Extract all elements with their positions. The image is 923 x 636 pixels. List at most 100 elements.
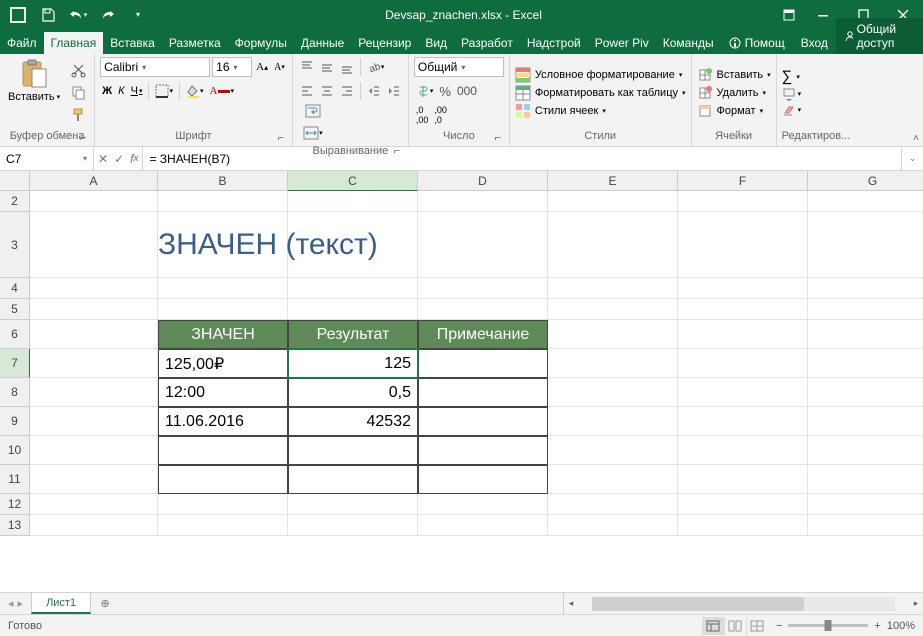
- cell-G8[interactable]: [808, 378, 923, 407]
- cell-D13[interactable]: [418, 515, 548, 536]
- col-header-E[interactable]: E: [548, 171, 678, 191]
- cancel-formula-icon[interactable]: ✕: [98, 152, 108, 166]
- cell-C4[interactable]: [288, 278, 418, 299]
- shrink-font-icon[interactable]: A▾: [272, 57, 287, 77]
- signin[interactable]: Вход: [793, 32, 836, 54]
- zoom-out-icon[interactable]: −: [776, 620, 782, 632]
- cell-E5[interactable]: [548, 299, 678, 320]
- new-sheet-icon[interactable]: ⊕: [91, 593, 119, 614]
- tab-file[interactable]: Файл: [0, 32, 44, 54]
- orientation-icon[interactable]: ab▾: [365, 57, 387, 77]
- tab-home[interactable]: Главная: [44, 32, 104, 54]
- cell-C2[interactable]: [288, 191, 418, 212]
- cell-F11[interactable]: [678, 465, 808, 494]
- qat-customize-icon[interactable]: ▾: [124, 1, 152, 29]
- tab-addins[interactable]: Надстрой: [520, 32, 588, 54]
- row-header-4[interactable]: 4: [0, 278, 30, 299]
- cell-B2[interactable]: [158, 191, 288, 212]
- cell-A11[interactable]: [30, 465, 158, 494]
- grow-font-icon[interactable]: A▴: [254, 57, 270, 77]
- paste-button[interactable]: Вставить▾: [5, 57, 63, 128]
- row-header-10[interactable]: 10: [0, 436, 30, 465]
- cell-C5[interactable]: [288, 299, 418, 320]
- table-cell[interactable]: [418, 436, 548, 465]
- table-cell[interactable]: [158, 436, 288, 465]
- launcher-icon[interactable]: ⌐: [275, 132, 287, 144]
- percent-icon[interactable]: %: [437, 81, 453, 101]
- cell-B4[interactable]: [158, 278, 288, 299]
- launcher-icon[interactable]: ⌐: [391, 145, 403, 157]
- sheet-nav[interactable]: ◂▸: [0, 593, 31, 614]
- cell-B13[interactable]: [158, 515, 288, 536]
- table-cell[interactable]: [418, 465, 548, 494]
- cell-G6[interactable]: [808, 320, 923, 349]
- tab-powerpivot[interactable]: Power Piv: [588, 32, 656, 54]
- row-header-11[interactable]: 11: [0, 465, 30, 494]
- cell-A3[interactable]: [30, 212, 158, 278]
- format-as-table-button[interactable]: Форматировать как таблицу▾: [515, 85, 686, 101]
- tab-developer[interactable]: Разработ: [454, 32, 520, 54]
- cell-D2[interactable]: [418, 191, 548, 212]
- merge-icon[interactable]: ▾: [302, 123, 324, 143]
- table-cell[interactable]: 125,00₽: [158, 349, 288, 378]
- row-header-13[interactable]: 13: [0, 515, 30, 536]
- bold-button[interactable]: Ж: [100, 81, 114, 101]
- row-header-6[interactable]: 6: [0, 320, 30, 349]
- table-cell[interactable]: 0,5: [288, 378, 418, 407]
- cell-D5[interactable]: [418, 299, 548, 320]
- cell-E11[interactable]: [548, 465, 678, 494]
- table-cell[interactable]: [158, 465, 288, 494]
- cell-G11[interactable]: [808, 465, 923, 494]
- conditional-formatting-button[interactable]: Условное форматирование▾: [515, 67, 686, 83]
- save-icon[interactable]: [34, 1, 62, 29]
- zoom-in-icon[interactable]: +: [874, 620, 880, 632]
- cell-G7[interactable]: [808, 349, 923, 378]
- increase-indent-icon[interactable]: [385, 81, 403, 101]
- fill-button[interactable]: ▾: [782, 87, 851, 101]
- number-format-combo[interactable]: Общий▾: [414, 57, 504, 77]
- font-size-combo[interactable]: 16▾: [212, 57, 252, 77]
- align-right-icon[interactable]: [338, 81, 356, 101]
- cell-A9[interactable]: [30, 407, 158, 436]
- launcher-icon[interactable]: ⌐: [77, 132, 89, 144]
- table-cell[interactable]: 42532: [288, 407, 418, 436]
- cell-E4[interactable]: [548, 278, 678, 299]
- cell-E13[interactable]: [548, 515, 678, 536]
- clear-button[interactable]: ▾: [782, 103, 851, 117]
- sheet-tab-1[interactable]: Лист1: [31, 593, 91, 614]
- tell-me[interactable]: Помощ: [721, 32, 793, 54]
- comma-icon[interactable]: 000: [455, 81, 479, 101]
- cell-E10[interactable]: [548, 436, 678, 465]
- currency-icon[interactable]: ▾: [414, 81, 436, 101]
- col-header-A[interactable]: A: [30, 171, 158, 191]
- page-layout-view-icon[interactable]: [724, 617, 746, 635]
- cell-F5[interactable]: [678, 299, 808, 320]
- fx-icon[interactable]: fx: [130, 152, 138, 166]
- cell-C13[interactable]: [288, 515, 418, 536]
- tab-insert[interactable]: Вставка: [103, 32, 162, 54]
- tab-view[interactable]: Вид: [418, 32, 454, 54]
- border-icon[interactable]: ▾: [153, 81, 175, 101]
- cell-G10[interactable]: [808, 436, 923, 465]
- cell-F8[interactable]: [678, 378, 808, 407]
- format-cells-button[interactable]: Формат▾: [697, 103, 771, 119]
- cell-G3[interactable]: [808, 212, 923, 278]
- tab-layout[interactable]: Разметка: [162, 32, 228, 54]
- row-header-8[interactable]: 8: [0, 378, 30, 407]
- insert-cells-button[interactable]: Вставить▾: [697, 67, 771, 83]
- cell-E6[interactable]: [548, 320, 678, 349]
- tab-team[interactable]: Команды: [656, 32, 721, 54]
- table-cell[interactable]: 11.06.2016: [158, 407, 288, 436]
- cell-G2[interactable]: [808, 191, 923, 212]
- align-center-icon[interactable]: [318, 81, 336, 101]
- table-cell[interactable]: 12:00: [158, 378, 288, 407]
- cell-G5[interactable]: [808, 299, 923, 320]
- autosum-button[interactable]: ∑▾: [782, 68, 851, 85]
- align-middle-icon[interactable]: [318, 57, 336, 77]
- cell-A6[interactable]: [30, 320, 158, 349]
- expand-formula-bar-icon[interactable]: ⌄: [901, 147, 923, 170]
- cell-E12[interactable]: [548, 494, 678, 515]
- row-header-5[interactable]: 5: [0, 299, 30, 320]
- cell-F7[interactable]: [678, 349, 808, 378]
- collapse-ribbon-icon[interactable]: ˄: [913, 133, 919, 144]
